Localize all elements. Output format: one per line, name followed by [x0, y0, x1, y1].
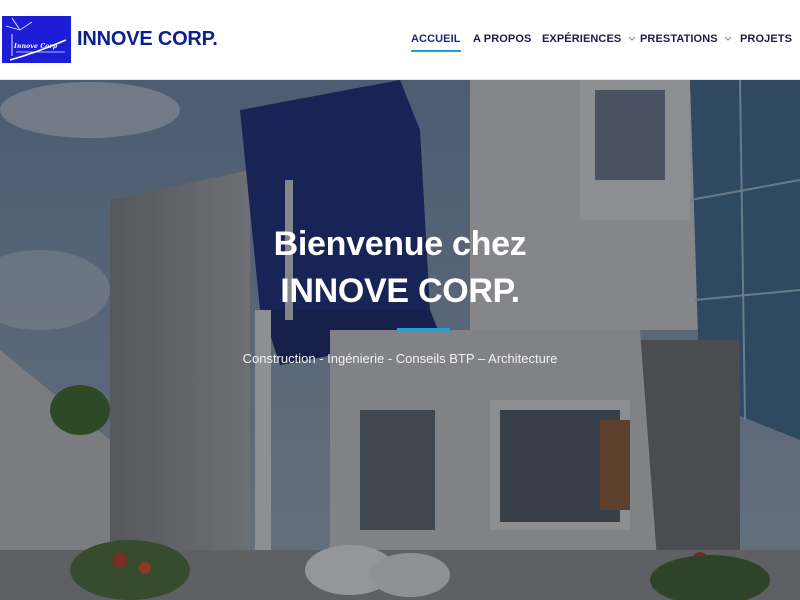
hero-subtitle: Construction - Ingénierie - Conseils BTP…: [242, 351, 558, 366]
nav-label: A PROPOS: [473, 33, 532, 45]
nav-item-projets[interactable]: PROJETS: [740, 33, 792, 45]
hero-section: Bienvenue chez INNOVE CORP. Construction…: [0, 80, 800, 600]
chevron-down-icon: [724, 36, 732, 41]
chevron-down-icon: [628, 36, 635, 41]
nav-item-a-propos[interactable]: A PROPOS: [473, 33, 531, 45]
main-nav: ACCUEIL A PROPOS EXPÉRIENCES PRESTATIONS…: [0, 33, 800, 57]
hero-overlay: [0, 80, 800, 600]
hero-divider: [397, 328, 450, 331]
nav-label: ACCUEIL: [411, 33, 461, 45]
nav-item-accueil[interactable]: ACCUEIL: [411, 33, 461, 52]
nav-label: EXPÉRIENCES: [542, 33, 622, 45]
nav-label: PRESTATIONS: [640, 33, 718, 45]
site-header: Innove Corp INNOVE CORP. ACCUEIL A PROPO…: [0, 0, 800, 80]
nav-label: PROJETS: [740, 33, 793, 45]
nav-item-experiences[interactable]: EXPÉRIENCES: [542, 33, 636, 45]
nav-item-prestations[interactable]: PRESTATIONS: [640, 33, 732, 45]
hero-title-line2: INNOVE CORP.: [280, 272, 520, 310]
hero-title-line1: Bienvenue chez: [273, 225, 527, 263]
